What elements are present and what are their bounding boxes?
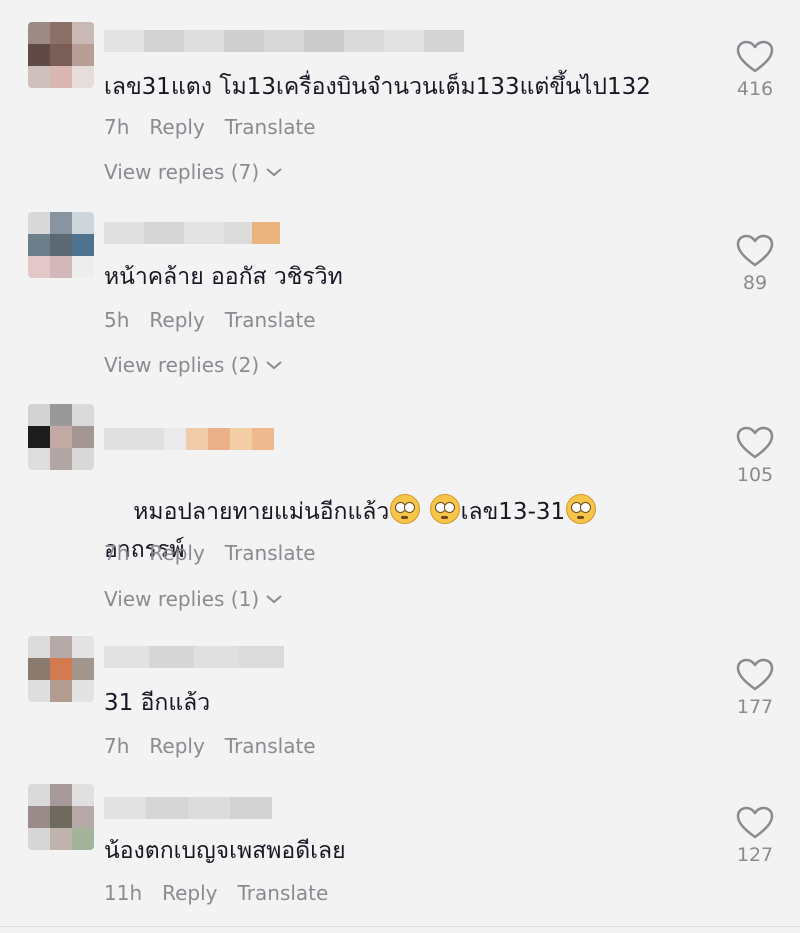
username-blurred[interactable]	[104, 222, 280, 244]
avatar[interactable]	[28, 784, 94, 850]
like-button[interactable]: 416	[732, 40, 778, 100]
heart-outline-icon	[736, 426, 774, 459]
comment-text: เลข31แตง โม13เครื่องบินจำนวนเต็ม133แต่ขึ…	[104, 74, 651, 100]
heart-outline-icon	[736, 234, 774, 267]
flushed-face-emoji-icon	[390, 494, 421, 524]
view-replies-button[interactable]: View replies (1)	[104, 587, 283, 611]
avatar[interactable]	[28, 212, 94, 278]
translate-button[interactable]: Translate	[225, 308, 316, 332]
comment-time: 7h	[104, 115, 130, 139]
avatar[interactable]	[28, 22, 94, 88]
view-replies-button[interactable]: View replies (2)	[104, 353, 283, 377]
flushed-face-emoji-icon	[566, 494, 597, 524]
like-count: 416	[736, 78, 774, 100]
comment-meta: 11h Reply Translate	[104, 881, 328, 905]
view-replies-label: View replies (2)	[104, 353, 260, 377]
username-blurred[interactable]	[104, 797, 272, 819]
avatar[interactable]	[28, 636, 94, 702]
chevron-down-icon	[266, 361, 282, 370]
chevron-down-icon	[266, 168, 282, 177]
comment-text: หน้าคล้าย ออกัส วชิรวิท	[104, 264, 343, 290]
like-button[interactable]: 177	[732, 658, 778, 718]
comment-text: 31 อีกแล้ว	[104, 690, 211, 716]
comment-text-line1: หมอปลายทายแม่นอีกแล้ว	[133, 499, 390, 525]
comment-time: 7h	[104, 734, 130, 758]
comment-meta: 7h Reply Translate	[104, 541, 316, 565]
divider	[0, 926, 800, 927]
heart-outline-icon	[736, 40, 774, 73]
comment-time: 11h	[104, 881, 143, 905]
like-button[interactable]: 127	[732, 806, 778, 866]
comment-meta: 7h Reply Translate	[104, 115, 316, 139]
like-count: 127	[736, 844, 774, 866]
heart-outline-icon	[736, 658, 774, 691]
reply-button[interactable]: Reply	[149, 115, 204, 139]
comment-text: หมอปลายทายแม่นอีกแล้ว เลข13-31 อาถรรพ์	[104, 455, 714, 607]
like-count: 177	[736, 696, 774, 718]
view-replies-button[interactable]: View replies (7)	[104, 160, 283, 184]
reply-button[interactable]: Reply	[149, 541, 204, 565]
translate-button[interactable]: Translate	[225, 734, 316, 758]
flushed-face-emoji-icon	[429, 494, 460, 524]
username-blurred[interactable]	[104, 646, 284, 668]
like-button[interactable]: 105	[732, 426, 778, 486]
translate-button[interactable]: Translate	[225, 115, 316, 139]
translate-button[interactable]: Translate	[225, 541, 316, 565]
heart-outline-icon	[736, 806, 774, 839]
like-count: 105	[736, 464, 774, 486]
chevron-down-icon	[266, 595, 282, 604]
username-blurred[interactable]	[104, 30, 464, 52]
comment-meta: 7h Reply Translate	[104, 734, 316, 758]
avatar[interactable]	[28, 404, 94, 470]
like-count: 89	[742, 272, 768, 294]
like-button[interactable]: 89	[732, 234, 778, 294]
view-replies-label: View replies (7)	[104, 160, 260, 184]
reply-button[interactable]: Reply	[149, 734, 204, 758]
comment-time: 7h	[104, 541, 130, 565]
comment-time: 5h	[104, 308, 130, 332]
reply-button[interactable]: Reply	[149, 308, 204, 332]
comment-text-part2: เลข13-31	[460, 499, 566, 525]
reply-button[interactable]: Reply	[162, 881, 217, 905]
comment-meta: 5h Reply Translate	[104, 308, 316, 332]
translate-button[interactable]: Translate	[238, 881, 329, 905]
view-replies-label: View replies (1)	[104, 587, 260, 611]
comment-text: น้องตกเบญจเพสพอดีเลย	[104, 838, 346, 864]
username-blurred[interactable]	[104, 428, 274, 450]
